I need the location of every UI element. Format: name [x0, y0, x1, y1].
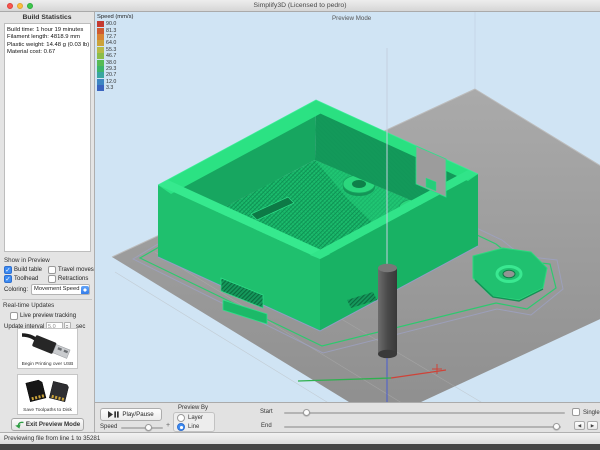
back-arrow-icon	[15, 421, 24, 429]
build-table-label[interactable]: Build table	[14, 267, 42, 273]
exit-preview-mode-button[interactable]: Exit Preview Mode	[11, 418, 84, 431]
retractions-label[interactable]: Retractions	[58, 276, 88, 282]
coloring-value: Movement Speed	[34, 286, 79, 292]
viewport-3d-scene[interactable]	[95, 12, 600, 402]
legend-value: 81.3	[106, 28, 116, 34]
layer-radio[interactable]	[177, 414, 185, 422]
divider	[2, 299, 92, 300]
speed-slider[interactable]	[121, 427, 163, 429]
live-preview-tracking-label[interactable]: Live preview tracking	[20, 313, 76, 319]
line-radio[interactable]	[177, 423, 185, 431]
play-pause-label: Play/Pause	[122, 411, 153, 418]
legend-value: 72.7	[106, 34, 116, 40]
legend-value: 3.3	[106, 85, 113, 91]
stat-build-time: Build time: 1 hour 19 minutes	[7, 27, 88, 34]
window-titlebar: Simplify3D (Licensed to pedro)	[0, 0, 600, 12]
stat-material-cost: Material cost: 0.67	[7, 49, 88, 56]
legend-value: 12.0	[106, 79, 116, 85]
single-line-label: Single line o	[583, 410, 600, 416]
legend-swatch	[97, 66, 104, 72]
toolhead-label[interactable]: Toolhead	[14, 276, 38, 282]
disk-card-caption: Save Toolpaths to Disk	[18, 408, 77, 413]
status-bar: Previewing file from line 1 to 35281	[0, 432, 600, 444]
legend-swatch	[97, 85, 104, 91]
legend-swatch	[97, 28, 104, 34]
single-line-checkbox[interactable]	[572, 408, 580, 416]
save-toolpaths-disk-button[interactable]: Save Toolpaths to Disk	[17, 374, 78, 415]
start-slider[interactable]	[284, 412, 565, 414]
begin-printing-usb-button[interactable]: Begin Printing over USB	[17, 328, 78, 369]
layer-radio-label[interactable]: Layer	[188, 415, 203, 421]
line-radio-label[interactable]: Line	[188, 424, 199, 430]
speed-slider-label: Speed	[100, 424, 117, 430]
exit-button-label: Exit Preview Mode	[26, 421, 80, 428]
start-slider-thumb[interactable]	[303, 409, 310, 416]
usb-card-caption: Begin Printing over USB	[18, 362, 77, 367]
preview-mode-label: Preview Mode	[332, 15, 371, 22]
play-pause-icon	[108, 411, 119, 418]
travel-moves-label[interactable]: Travel moves	[58, 267, 94, 273]
window-bottom-edge	[0, 444, 600, 450]
3d-viewport[interactable]: Preview Mode Speed (mm/s) 90.0 81.3 72.7…	[95, 12, 600, 402]
travel-moves-checkbox[interactable]	[48, 266, 56, 274]
legend-swatch	[97, 34, 104, 40]
legend-swatch	[97, 72, 104, 78]
legend-value: 29.3	[106, 66, 116, 72]
retractions-checkbox[interactable]	[48, 275, 56, 283]
play-pause-button[interactable]: Play/Pause	[100, 408, 162, 421]
sd-cards-icon	[21, 377, 75, 405]
coloring-select[interactable]: Movement Speed	[31, 284, 90, 295]
build-statistics-panel: Build Statistics Build time: 1 hour 19 m…	[0, 12, 95, 432]
end-slider[interactable]	[284, 426, 561, 428]
step-back-button[interactable]: ◀	[574, 421, 585, 430]
usb-plug-icon	[21, 331, 75, 359]
step-forward-button[interactable]: ▶	[587, 421, 598, 430]
legend-value: 55.3	[106, 47, 116, 53]
preview-control-bar: Play/Pause Speed + Preview By Layer Line…	[95, 402, 600, 432]
speed-legend: Speed (mm/s) 90.0 81.3 72.7 64.0 55.3 46…	[97, 14, 133, 91]
legend-value: 90.0	[106, 21, 116, 27]
speed-slider-thumb[interactable]	[145, 424, 152, 431]
legend-swatch	[97, 40, 104, 46]
build-table-checkbox[interactable]	[4, 266, 12, 274]
realtime-updates-label: Real-time Updates	[3, 302, 54, 309]
legend-swatch	[97, 79, 104, 85]
stat-filament-length: Filament length: 4818.9 mm	[7, 34, 88, 41]
legend-value: 64.0	[106, 40, 116, 46]
legend-value: 38.0	[106, 60, 116, 66]
legend-value: 46.7	[106, 53, 116, 59]
coloring-label: Coloring:	[4, 287, 28, 293]
live-preview-tracking-checkbox[interactable]	[10, 312, 18, 320]
legend-swatch	[97, 21, 104, 27]
legend-title: Speed (mm/s)	[97, 14, 133, 20]
end-slider-label: End	[261, 423, 272, 429]
stat-plastic-weight: Plastic weight: 14.48 g (0.03 lb)	[7, 42, 88, 49]
panel-title: Build Statistics	[0, 14, 94, 21]
toolhead-checkbox[interactable]	[4, 275, 12, 283]
start-slider-label: Start	[260, 409, 273, 415]
legend-swatch	[97, 60, 104, 66]
build-statistics-box: Build time: 1 hour 19 minutes Filament l…	[4, 23, 91, 252]
legend-swatch	[97, 53, 104, 59]
select-caret-icon	[81, 286, 89, 295]
preview-by-label: Preview By	[178, 405, 208, 411]
speed-plus-icon: +	[166, 422, 170, 429]
end-slider-thumb[interactable]	[553, 423, 560, 430]
show-in-preview-label: Show in Preview	[4, 257, 50, 264]
legend-swatch	[97, 47, 104, 53]
window-title: Simplify3D (Licensed to pedro)	[0, 0, 600, 12]
legend-value: 20.7	[106, 72, 116, 78]
